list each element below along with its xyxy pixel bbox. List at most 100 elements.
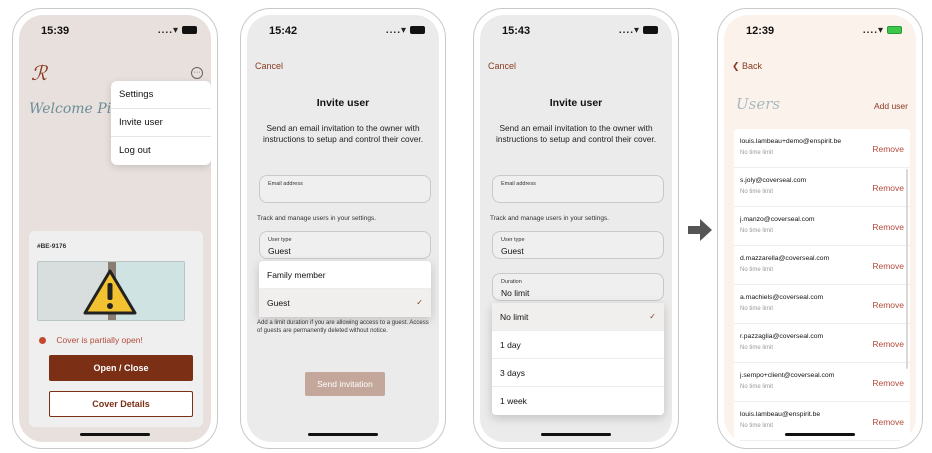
send-invitation-button[interactable]: Send invitation bbox=[305, 372, 385, 396]
email-field-label: Email address bbox=[268, 181, 303, 187]
cover-card: #BE-9176 Cover is partially open! Open /… bbox=[29, 231, 203, 427]
users-list: louis.lambeau+demo@enspirit.be No time li… bbox=[734, 129, 910, 442]
cover-details-button[interactable]: Cover Details bbox=[49, 391, 193, 417]
status-time: 15:42 bbox=[269, 25, 298, 37]
home-indicator bbox=[80, 433, 150, 436]
page-title: Invite user bbox=[549, 97, 603, 109]
checkmark-icon: ✓ bbox=[416, 298, 423, 307]
option-no-limit[interactable]: No limit ✓ bbox=[492, 303, 664, 331]
user-row: a.machiels@coverseal.com No time limit Rem… bbox=[734, 285, 910, 324]
user-email: louis.lambeau+demo@enspirit.be bbox=[740, 138, 842, 145]
users-screen: 12:39 ....▾ ❮ Back Users Add user louis.… bbox=[724, 15, 916, 442]
user-time-limit: No time limit bbox=[740, 150, 774, 156]
menu-item-log-out[interactable]: Log out bbox=[111, 137, 211, 165]
remove-user-button[interactable]: Remove bbox=[872, 144, 904, 154]
alert-icon bbox=[39, 337, 46, 344]
app-logo: ℛ bbox=[31, 61, 47, 85]
phone-invite-user-type: 15:42 ....▾ Cancel Invite user Send an e… bbox=[240, 8, 446, 449]
status-time: 15:39 bbox=[41, 25, 70, 37]
open-close-button[interactable]: Open / Close bbox=[49, 355, 193, 381]
overflow-menu: Settings Invite user Log out bbox=[111, 81, 211, 165]
alert-text: Cover is partially open! bbox=[56, 335, 143, 345]
status-bar: 15:43 ....▾ bbox=[498, 25, 658, 39]
settings-hint: Track and manage users in your settings. bbox=[490, 215, 609, 222]
user-time-limit: No time limit bbox=[740, 228, 774, 234]
menu-item-settings[interactable]: Settings bbox=[111, 81, 211, 109]
home-indicator bbox=[785, 433, 855, 436]
invite-description: Send an email invitation to the owner wi… bbox=[495, 123, 657, 144]
home-indicator bbox=[308, 433, 378, 436]
remove-user-button[interactable]: Remove bbox=[872, 222, 904, 232]
signal-wifi-battery-icon: ....▾ bbox=[863, 25, 902, 36]
device-code: #BE-9176 bbox=[37, 243, 67, 250]
user-type-value: Guest bbox=[268, 246, 291, 256]
user-email: a.machiels@coverseal.com bbox=[740, 294, 824, 301]
user-email: r.pazzaglia@coverseal.com bbox=[740, 333, 824, 340]
invite-screen-user-type: 15:42 ....▾ Cancel Invite user Send an e… bbox=[247, 15, 439, 442]
signal-wifi-battery-icon: ....▾ bbox=[158, 25, 197, 36]
warning-icon bbox=[83, 269, 137, 315]
user-row: d.mazzarella@coverseal.com No time limit R… bbox=[734, 246, 910, 285]
user-row: j.manzo@coverseal.com No time limit Remove bbox=[734, 207, 910, 246]
settings-hint: Track and manage users in your settings. bbox=[257, 215, 376, 222]
user-email: j.sempo+client@coverseal.com bbox=[740, 372, 835, 379]
remove-user-button[interactable]: Remove bbox=[872, 378, 904, 388]
option-family-member[interactable]: Family member bbox=[259, 261, 431, 289]
checkmark-icon: ✓ bbox=[649, 312, 656, 321]
remove-user-button[interactable]: Remove bbox=[872, 300, 904, 310]
more-options-icon[interactable]: ··· bbox=[191, 67, 203, 79]
user-row: s.joly@coverseal.com No time limit Remove bbox=[734, 168, 910, 207]
option-3-days[interactable]: 3 days bbox=[492, 359, 664, 387]
user-time-limit: No time limit bbox=[740, 345, 774, 351]
user-type-dropdown: Family member Guest ✓ bbox=[259, 261, 431, 317]
status-time: 12:39 bbox=[746, 25, 775, 37]
remove-user-button[interactable]: Remove bbox=[872, 261, 904, 271]
duration-select[interactable]: Duration No limit bbox=[492, 273, 664, 301]
add-user-button[interactable]: Add user bbox=[874, 101, 908, 111]
back-button[interactable]: ❮ Back bbox=[732, 61, 762, 72]
home-indicator bbox=[541, 433, 611, 436]
page-title: Users bbox=[736, 95, 781, 113]
guest-duration-note: Add a limit duration if you are allowing… bbox=[257, 320, 429, 334]
cancel-button[interactable]: Cancel bbox=[488, 61, 516, 71]
email-field[interactable]: Email address bbox=[492, 175, 664, 203]
user-type-value: Guest bbox=[501, 246, 524, 256]
menu-item-invite-user[interactable]: Invite user bbox=[111, 109, 211, 137]
page-title: Invite user bbox=[316, 97, 370, 109]
email-field[interactable]: Email address bbox=[259, 175, 431, 203]
user-time-limit: No time limit bbox=[740, 267, 774, 273]
cancel-button[interactable]: Cancel bbox=[255, 61, 283, 71]
duration-label: Duration bbox=[501, 279, 522, 285]
cover-alert: Cover is partially open! bbox=[39, 335, 143, 345]
duration-value: No limit bbox=[501, 288, 530, 298]
user-row: j.sempo+client@coverseal.com No time limi… bbox=[734, 363, 910, 402]
option-1-week[interactable]: 1 week bbox=[492, 387, 664, 415]
status-bar: 15:42 ....▾ bbox=[265, 25, 425, 39]
phone-invite-duration: 15:43 ....▾ Cancel Invite user Send an e… bbox=[473, 8, 679, 449]
chevron-left-icon: ❮ bbox=[732, 61, 743, 71]
user-time-limit: No time limit bbox=[740, 189, 774, 195]
user-email: j.manzo@coverseal.com bbox=[740, 216, 815, 223]
user-type-label: User type bbox=[268, 237, 292, 243]
user-email: s.joly@coverseal.com bbox=[740, 177, 807, 184]
user-row: r.pazzaglia@coverseal.com No time limit Re… bbox=[734, 324, 910, 363]
remove-user-button[interactable]: Remove bbox=[872, 417, 904, 427]
users-scrollbar[interactable] bbox=[906, 169, 908, 369]
user-row: louis.lambeau+demo@enspirit.be No time li… bbox=[734, 129, 910, 168]
duration-dropdown: No limit ✓ 1 day 3 days 1 week bbox=[492, 303, 664, 415]
option-guest[interactable]: Guest ✓ bbox=[259, 289, 431, 317]
user-type-label: User type bbox=[501, 237, 525, 243]
remove-user-button[interactable]: Remove bbox=[872, 183, 904, 193]
remove-user-button[interactable]: Remove bbox=[872, 339, 904, 349]
flow-arrow-icon bbox=[688, 219, 712, 241]
email-field-label: Email address bbox=[501, 181, 536, 187]
user-type-select[interactable]: User type Guest bbox=[492, 231, 664, 259]
status-time: 15:43 bbox=[502, 25, 531, 37]
phone-users-list: 12:39 ....▾ ❮ Back Users Add user louis.… bbox=[717, 8, 923, 449]
status-bar: 15:39 ....▾ bbox=[37, 25, 197, 39]
user-email: d.mazzarella@coverseal.com bbox=[740, 255, 830, 262]
user-type-select[interactable]: User type Guest bbox=[259, 231, 431, 259]
option-1-day[interactable]: 1 day bbox=[492, 331, 664, 359]
home-screen: 15:39 ....▾ ℛ ··· Welcome Pierre Setting… bbox=[19, 15, 211, 442]
user-time-limit: No time limit bbox=[740, 423, 774, 429]
